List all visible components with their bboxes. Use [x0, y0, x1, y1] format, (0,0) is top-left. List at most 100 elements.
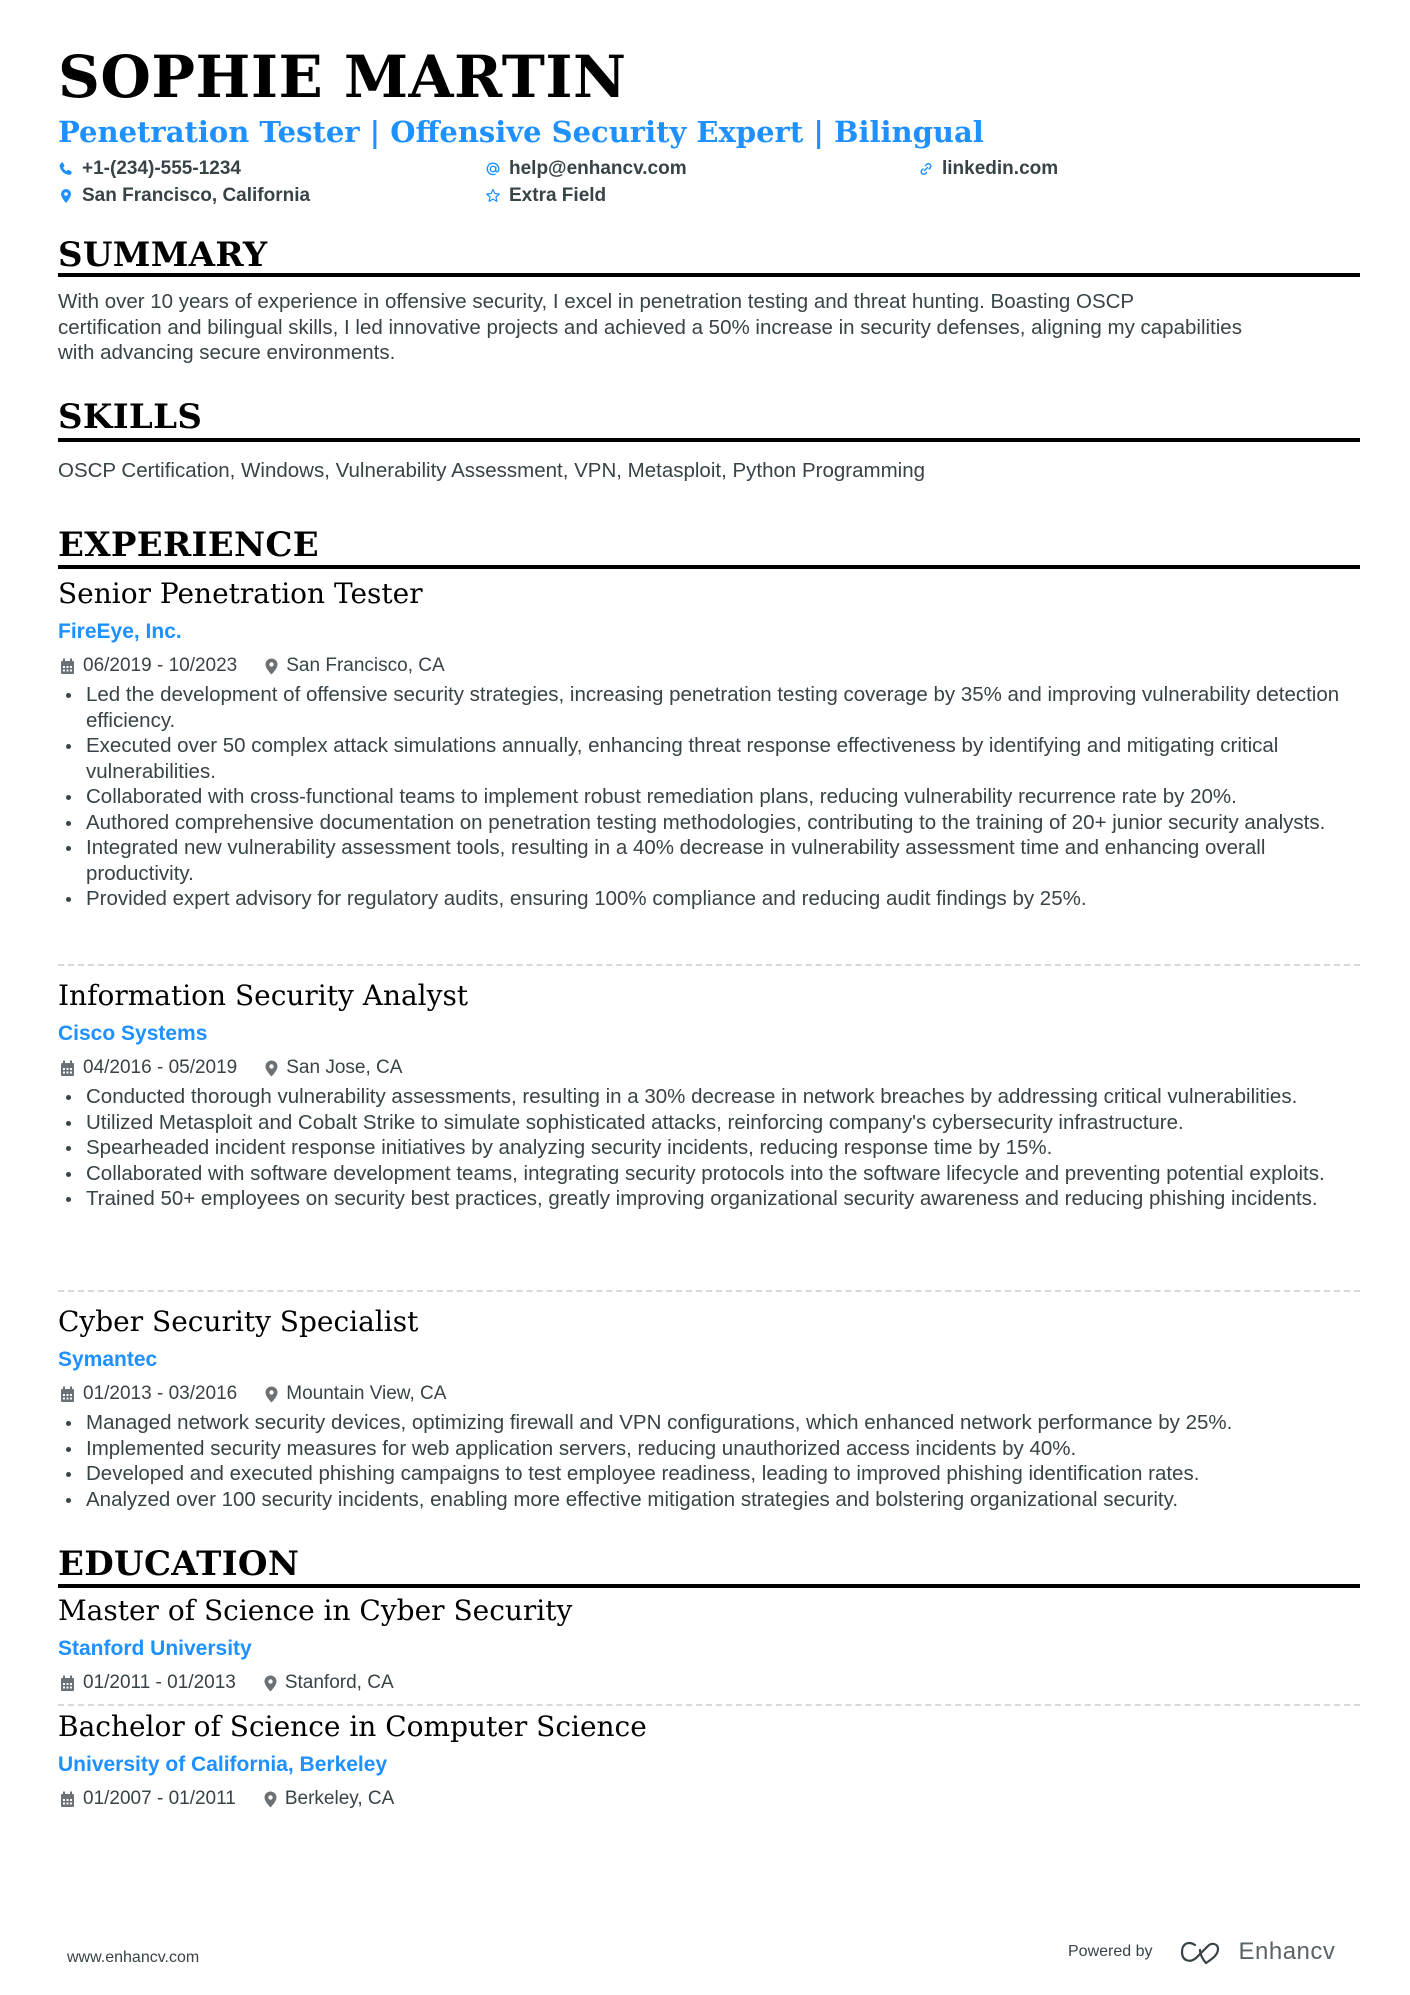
- candidate-title: Penetration Tester | Offensive Security …: [58, 115, 984, 149]
- contact-linkedin-text: linkedin.com: [942, 158, 1059, 179]
- education-heading: EDUCATION: [58, 1544, 300, 1584]
- job-location: San Jose, CA: [265, 1057, 402, 1079]
- degree-title: Bachelor of Science in Computer Science: [58, 1710, 647, 1743]
- bullet-item: Executed over 50 complex attack simulati…: [58, 733, 1360, 784]
- experience-section-header: EXPERIENCE: [58, 525, 1360, 569]
- education-dates: 01/2007 - 01/2011: [83, 1788, 236, 1809]
- experience-heading: EXPERIENCE: [58, 525, 319, 565]
- at-icon: [486, 162, 500, 176]
- summary-line: certification and bilingual skills, I le…: [58, 315, 1242, 339]
- job-meta: 04/2016 - 05/2019 San Jose, CA: [60, 1057, 402, 1079]
- school-name[interactable]: University of California, Berkeley: [58, 1753, 387, 1777]
- contact-email-text: help@enhancv.com: [509, 158, 687, 179]
- bullet-item: Authored comprehensive documentation on …: [58, 810, 1360, 836]
- job-title: Information Security Analyst: [58, 979, 469, 1012]
- summary-text: With over 10 years of experience in offe…: [58, 289, 1360, 366]
- section-divider: [58, 273, 1360, 277]
- section-divider: [58, 565, 1360, 569]
- map-pin-icon: [265, 1386, 278, 1402]
- footer-branding[interactable]: Powered by Enhancv: [1068, 1938, 1335, 1966]
- job-bullets: Managed network security devices, optimi…: [58, 1410, 1360, 1512]
- map-pin-icon: [264, 1791, 277, 1807]
- footer-website-link[interactable]: www.enhancv.com: [67, 1949, 199, 1967]
- job-location-text: Mountain View, CA: [286, 1383, 447, 1404]
- skills-section-header: SKILLS: [58, 397, 1360, 442]
- job-dates: 04/2016 - 05/2019: [83, 1057, 238, 1078]
- star-icon: [486, 188, 500, 202]
- bullet-item: Collaborated with software development t…: [58, 1161, 1360, 1187]
- education-location: Berkeley, CA: [264, 1788, 394, 1810]
- company-name[interactable]: FireEye, Inc.: [58, 620, 182, 644]
- education-meta: 01/2011 - 01/2013 Stanford, CA: [60, 1672, 394, 1694]
- bullet-item: Utilized Metasploit and Cobalt Strike to…: [58, 1110, 1360, 1136]
- bullet-item: Spearheaded incident response initiative…: [58, 1135, 1360, 1161]
- job-location: San Francisco, CA: [265, 655, 445, 677]
- section-divider: [58, 438, 1360, 442]
- entry-divider: [58, 1290, 1360, 1292]
- skills-list: OSCP Certification, Windows, Vulnerabili…: [58, 459, 926, 482]
- enhancv-logo-icon: [1180, 1941, 1219, 1965]
- job-location-text: San Jose, CA: [286, 1057, 403, 1078]
- job-dates: 01/2013 - 03/2016: [83, 1383, 238, 1404]
- bullet-item: Conducted thorough vulnerability assessm…: [58, 1084, 1360, 1110]
- contact-extra: Extra Field: [485, 185, 606, 207]
- section-divider: [58, 1584, 1360, 1588]
- job-meta: 06/2019 - 10/2023 San Francisco, CA: [60, 655, 445, 677]
- calendar-icon: [61, 1675, 74, 1691]
- contact-email[interactable]: help@enhancv.com: [485, 158, 687, 180]
- education-meta: 01/2007 - 01/2011 Berkeley, CA: [60, 1788, 394, 1810]
- job-bullets: Led the development of offensive securit…: [58, 682, 1360, 912]
- job-location: Mountain View, CA: [265, 1383, 446, 1405]
- bullet-item: Trained 50+ employees on security best p…: [58, 1186, 1360, 1212]
- job-title: Cyber Security Specialist: [58, 1305, 419, 1338]
- bullet-item: Integrated new vulnerability assessment …: [58, 835, 1360, 886]
- bullet-item: Provided expert advisory for regulatory …: [58, 886, 1360, 912]
- summary-line: with advancing secure environments.: [58, 341, 396, 364]
- education-location-text: Stanford, CA: [284, 1672, 394, 1693]
- entry-divider: [58, 1704, 1360, 1706]
- map-pin-icon: [61, 189, 71, 203]
- bullet-item: Managed network security devices, optimi…: [58, 1410, 1360, 1436]
- contact-phone[interactable]: +1-(234)-555-1234: [58, 158, 241, 180]
- job-location-text: San Francisco, CA: [286, 655, 445, 676]
- bullet-item: Implemented security measures for web ap…: [58, 1436, 1360, 1462]
- calendar-icon: [61, 1791, 74, 1807]
- school-name[interactable]: Stanford University: [58, 1637, 252, 1661]
- contact-linkedin[interactable]: linkedin.com: [918, 158, 1058, 180]
- contact-phone-text: +1-(234)-555-1234: [82, 158, 241, 179]
- education-dates: 01/2011 - 01/2013: [83, 1672, 236, 1693]
- map-pin-icon: [264, 1675, 277, 1691]
- skills-heading: SKILLS: [58, 397, 203, 437]
- entry-divider: [58, 964, 1360, 966]
- brand-name: Enhancv: [1238, 1938, 1336, 1965]
- map-pin-icon: [265, 1060, 278, 1076]
- candidate-name: SOPHIE MARTIN: [58, 43, 627, 111]
- degree-title: Master of Science in Cyber Security: [58, 1594, 573, 1627]
- map-pin-icon: [265, 658, 278, 674]
- education-section-header: EDUCATION: [58, 1544, 1360, 1588]
- bullet-item: Collaborated with cross-functional teams…: [58, 784, 1360, 810]
- contact-location: San Francisco, California: [58, 185, 310, 207]
- company-name[interactable]: Cisco Systems: [58, 1022, 207, 1046]
- education-location-text: Berkeley, CA: [284, 1788, 395, 1809]
- job-bullets: Conducted thorough vulnerability assessm…: [58, 1084, 1360, 1212]
- link-icon: [920, 162, 932, 176]
- bullet-item: Developed and executed phishing campaign…: [58, 1461, 1360, 1487]
- powered-by-label: Powered by: [1068, 1943, 1153, 1960]
- phone-icon: [59, 162, 72, 175]
- job-meta: 01/2013 - 03/2016 Mountain View, CA: [60, 1383, 446, 1405]
- calendar-icon: [61, 1386, 74, 1402]
- summary-line: With over 10 years of experience in offe…: [58, 290, 1135, 313]
- calendar-icon: [61, 658, 74, 674]
- summary-heading: SUMMARY: [58, 235, 268, 275]
- company-name[interactable]: Symantec: [58, 1348, 157, 1372]
- calendar-icon: [61, 1060, 74, 1076]
- job-dates: 06/2019 - 10/2023: [83, 655, 238, 676]
- contact-location-text: San Francisco, California: [82, 185, 311, 206]
- education-location: Stanford, CA: [264, 1672, 394, 1694]
- summary-section-header: SUMMARY: [58, 235, 1360, 277]
- bullet-item: Led the development of offensive securit…: [58, 682, 1360, 733]
- bullet-item: Analyzed over 100 security incidents, en…: [58, 1487, 1360, 1513]
- job-title: Senior Penetration Tester: [58, 577, 423, 610]
- contact-extra-text: Extra Field: [509, 185, 607, 206]
